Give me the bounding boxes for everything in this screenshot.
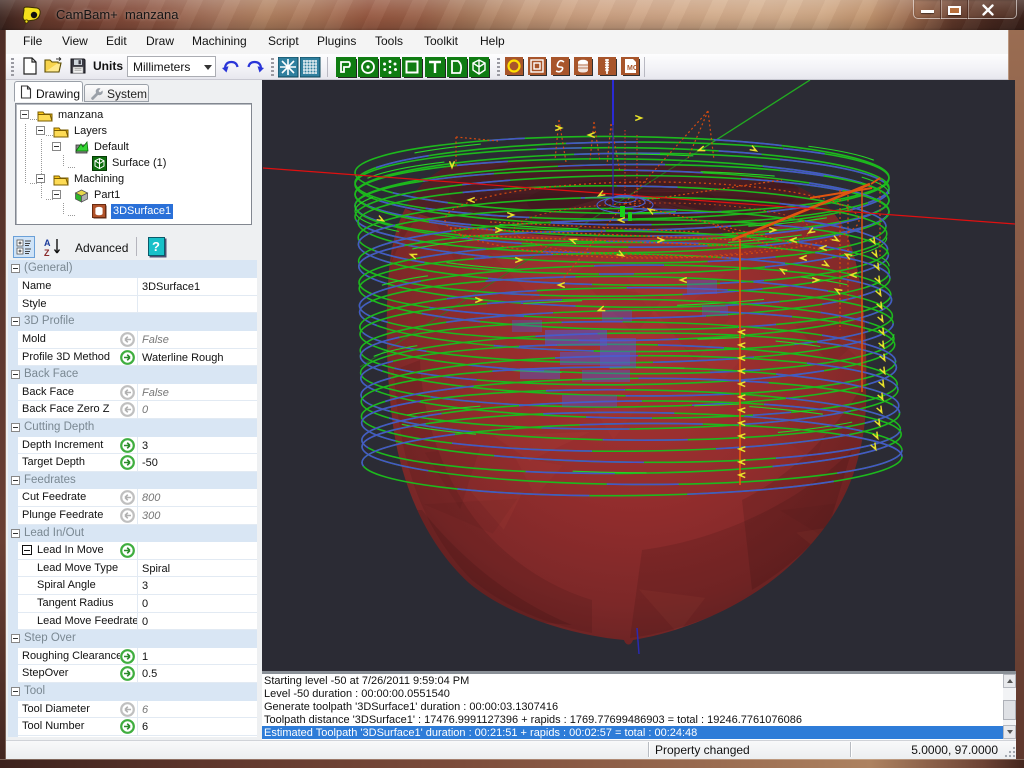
svg-text:A: A xyxy=(44,238,51,248)
svg-text:Z: Z xyxy=(44,248,50,257)
svg-text:MC: MC xyxy=(627,65,638,72)
